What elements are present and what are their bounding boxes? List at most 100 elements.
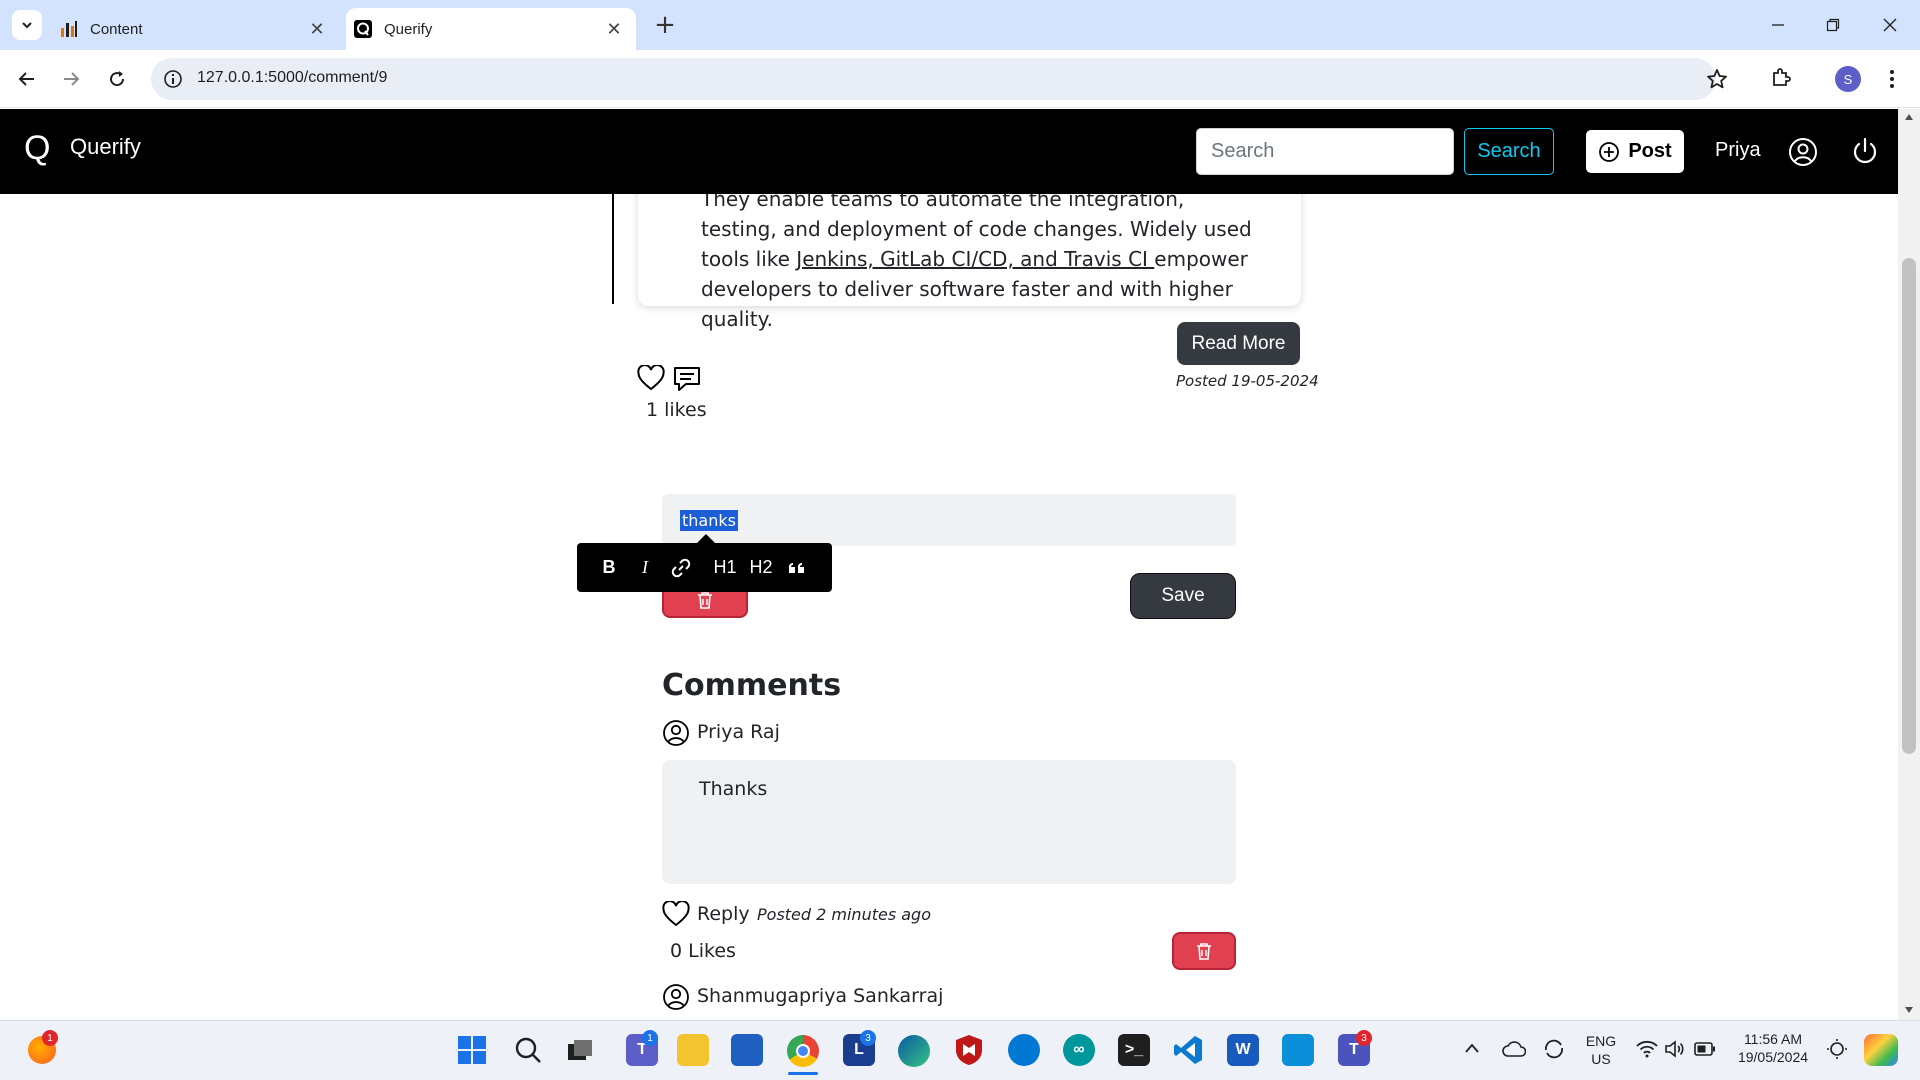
battery-icon[interactable] bbox=[1694, 1042, 1716, 1056]
cortana-icon[interactable] bbox=[1008, 1034, 1040, 1066]
url-text[interactable]: 127.0.0.1:5000/comment/9 bbox=[197, 69, 387, 87]
windows-start-icon[interactable] bbox=[457, 1035, 487, 1065]
comment-likes-count: 0 Likes bbox=[670, 940, 736, 962]
brand-name-layer: Querify bbox=[70, 134, 141, 159]
browser-tab-querify[interactable]: Querify ✕ bbox=[346, 8, 636, 50]
copilot-icon[interactable] bbox=[1864, 1034, 1898, 1066]
volume-icon[interactable] bbox=[1664, 1040, 1686, 1058]
tray-chevron-up-icon[interactable] bbox=[1464, 1042, 1480, 1054]
taskbar-search-icon[interactable] bbox=[514, 1036, 542, 1064]
clock-date: 19/05/2024 bbox=[1737, 1049, 1809, 1065]
heart-like-icon[interactable] bbox=[637, 365, 665, 391]
forward-button[interactable] bbox=[54, 62, 88, 96]
toolbar-pointer bbox=[697, 534, 715, 543]
site-info-icon[interactable] bbox=[163, 69, 183, 89]
new-tab-button[interactable]: + bbox=[650, 10, 680, 40]
restore-icon bbox=[1826, 18, 1840, 32]
clock-time: 11:56 AM bbox=[1743, 1031, 1803, 1047]
wifi-icon[interactable] bbox=[1636, 1040, 1658, 1058]
heart-like-icon[interactable] bbox=[662, 901, 690, 927]
microsoft-store-icon[interactable] bbox=[731, 1034, 763, 1066]
reload-icon bbox=[110, 71, 125, 87]
comment-posted-time: Posted 2 minutes ago bbox=[757, 905, 931, 924]
tab-title: Querify bbox=[384, 20, 433, 38]
focus-assist-icon[interactable] bbox=[1826, 1038, 1848, 1060]
link-icon bbox=[671, 558, 691, 577]
post-likes-count: 1 likes bbox=[646, 399, 707, 421]
user-avatar-icon bbox=[663, 720, 689, 746]
language-indicator[interactable]: ENG US bbox=[1582, 1032, 1620, 1068]
quote-button[interactable] bbox=[779, 560, 815, 576]
post-button-layer[interactable]: Post bbox=[1586, 130, 1684, 173]
profile-avatar[interactable]: S bbox=[1835, 66, 1861, 92]
power-logout-icon[interactable] bbox=[1850, 136, 1880, 166]
firefox-badge: 1 bbox=[42, 1030, 58, 1046]
post-body: They enable teams to automate the integr… bbox=[701, 187, 1252, 331]
arduino-icon[interactable]: ∞ bbox=[1063, 1034, 1095, 1066]
restore-button[interactable] bbox=[1813, 8, 1853, 42]
search-button-layer[interactable]: Search bbox=[1464, 128, 1554, 175]
edge-icon[interactable] bbox=[898, 1035, 930, 1067]
tab-close-icon[interactable]: ✕ bbox=[604, 19, 624, 40]
link-button[interactable] bbox=[663, 558, 699, 578]
sync-icon[interactable] bbox=[1542, 1038, 1566, 1060]
task-view-icon[interactable] bbox=[567, 1038, 593, 1062]
minimize-button[interactable] bbox=[1758, 8, 1798, 42]
bar-chart-favicon-icon bbox=[61, 21, 77, 37]
scrollbar-thumb[interactable] bbox=[1902, 258, 1916, 754]
post-button-label: Post bbox=[1628, 140, 1672, 162]
forward-arrow-icon bbox=[64, 72, 80, 86]
delete-comment-button[interactable] bbox=[1172, 932, 1236, 970]
clock[interactable]: 11:56 AM 19/05/2024 bbox=[1728, 1030, 1818, 1066]
bookmark-star-icon[interactable] bbox=[1706, 68, 1728, 90]
comment-editor[interactable] bbox=[662, 494, 1236, 546]
teams-new-badge: 3 bbox=[1356, 1030, 1372, 1046]
tools-link[interactable]: Jenkins, GitLab CI/CD, and Travis CI bbox=[796, 247, 1154, 271]
lang-line1: ENG bbox=[1585, 1033, 1617, 1049]
comment-chat-icon[interactable] bbox=[672, 365, 702, 393]
plus-circle-icon bbox=[1599, 141, 1620, 162]
tab-search-dropdown[interactable] bbox=[12, 10, 42, 40]
save-button[interactable]: Save bbox=[1130, 573, 1236, 619]
back-button[interactable] bbox=[10, 62, 44, 96]
word-icon[interactable]: W bbox=[1227, 1034, 1259, 1066]
kebab-menu-icon[interactable] bbox=[1882, 68, 1902, 90]
mcafee-icon[interactable] bbox=[954, 1034, 984, 1066]
post-date: Posted 19-05-2024 bbox=[1176, 372, 1319, 390]
user-name-layer[interactable]: Priya bbox=[1715, 139, 1761, 162]
back-arrow-icon bbox=[18, 72, 34, 86]
heading1-button[interactable]: H1 bbox=[707, 557, 743, 578]
extensions-puzzle-icon[interactable] bbox=[1770, 67, 1792, 89]
reply-link[interactable]: Reply bbox=[697, 903, 750, 925]
italic-button[interactable]: I bbox=[627, 557, 663, 578]
search-input-layer[interactable] bbox=[1196, 128, 1454, 175]
reload-button[interactable] bbox=[100, 62, 134, 96]
querify-favicon-icon bbox=[354, 20, 372, 38]
scroll-up-arrow-icon[interactable] bbox=[1904, 113, 1914, 121]
chrome-icon-center bbox=[796, 1044, 810, 1058]
close-window-button[interactable] bbox=[1870, 8, 1910, 42]
browser-tab-content[interactable]: Content ✕ bbox=[52, 8, 339, 50]
notepad-icon[interactable] bbox=[1282, 1034, 1314, 1066]
trash-icon bbox=[698, 592, 712, 609]
user-circle-icon[interactable] bbox=[1788, 137, 1818, 167]
onedrive-cloud-icon[interactable] bbox=[1502, 1039, 1526, 1059]
tab-close-icon[interactable]: ✕ bbox=[307, 19, 327, 40]
terminal-icon[interactable]: >_ bbox=[1118, 1034, 1150, 1066]
file-explorer-icon[interactable] bbox=[677, 1034, 709, 1066]
bold-button[interactable]: B bbox=[591, 557, 627, 578]
read-more-button[interactable]: Read More bbox=[1177, 322, 1300, 365]
chevron-down-icon bbox=[22, 22, 32, 29]
comment-text: Thanks bbox=[699, 778, 768, 800]
active-app-indicator bbox=[788, 1072, 818, 1075]
scroll-down-arrow-icon[interactable] bbox=[1904, 1006, 1914, 1014]
editor-selected-text[interactable]: thanks bbox=[680, 510, 738, 531]
brand-logo-layer: Q bbox=[24, 129, 51, 167]
comments-heading: Comments bbox=[662, 668, 842, 703]
heading2-button[interactable]: H2 bbox=[743, 557, 779, 578]
comment-author: Priya Raj bbox=[697, 721, 780, 743]
vscode-icon[interactable] bbox=[1172, 1034, 1204, 1066]
post-divider-line bbox=[612, 194, 614, 304]
lang-line2: US bbox=[1591, 1051, 1611, 1067]
h2-label: H2 bbox=[749, 557, 773, 577]
